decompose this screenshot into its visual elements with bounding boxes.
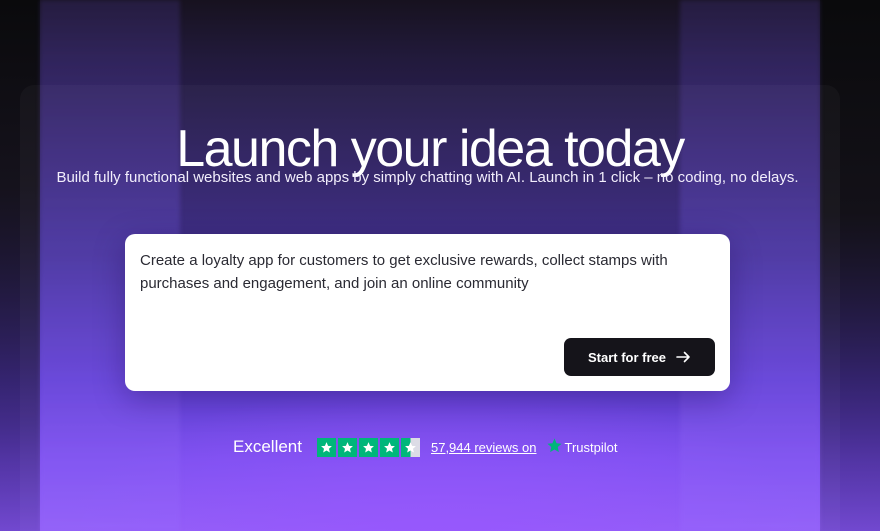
prompt-input[interactable]: Create a loyalty app for customers to ge… — [140, 249, 720, 295]
trustpilot-logo[interactable]: Trustpilot — [546, 437, 618, 457]
reviews-link[interactable]: 57,944 reviews on — [431, 440, 537, 455]
trustpilot-rating: Excellent 57,944 reviews on Trustpilot — [233, 436, 617, 458]
arrow-right-icon — [676, 351, 691, 363]
hero-subtitle: Build fully functional websites and web … — [56, 169, 799, 186]
prompt-input-box[interactable]: Create a loyalty app for customers to ge… — [125, 234, 730, 391]
star-icon — [358, 437, 378, 457]
rating-stars — [316, 437, 420, 457]
trustpilot-star-icon — [546, 437, 563, 457]
star-icon — [337, 437, 357, 457]
half-star-icon — [400, 437, 420, 457]
star-icon — [316, 437, 336, 457]
star-icon — [379, 437, 399, 457]
rating-label: Excellent — [233, 437, 302, 456]
start-button-label: Start for free — [587, 349, 667, 365]
start-for-free-button[interactable]: Start for free — [564, 338, 715, 376]
trustpilot-brand: Trustpilot — [564, 439, 618, 455]
hero-background: Launch your idea today Build fully funct… — [0, 0, 880, 531]
